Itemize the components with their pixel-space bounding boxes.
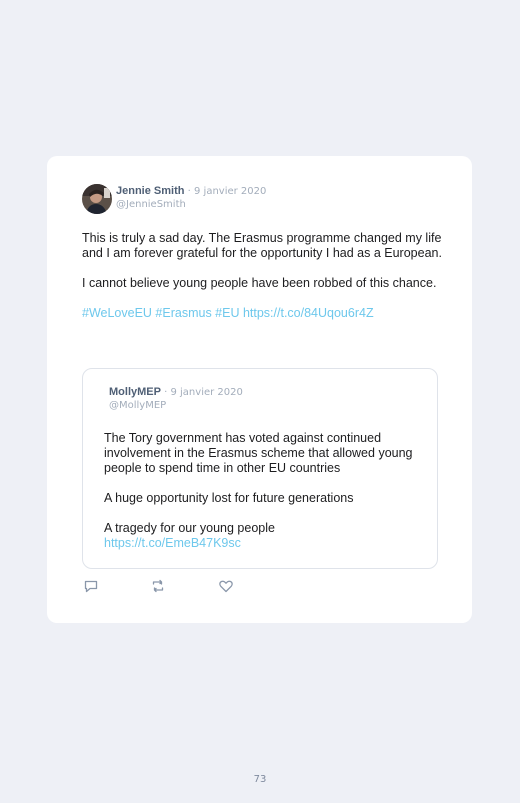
author-handle[interactable]: @JennieSmith: [116, 199, 186, 210]
tweet-card: Jennie Smith · 9 janvier 2020 @JennieSmi…: [47, 156, 472, 623]
reply-icon[interactable]: [83, 578, 99, 594]
quoted-link[interactable]: https://t.co/EmeB47K9sc: [104, 536, 241, 550]
tweet-date: · 9 janvier 2020: [184, 186, 267, 197]
quoted-tweet[interactable]: MollyMEP · 9 janvier 2020 @MollyMEP The …: [82, 368, 438, 569]
like-icon[interactable]: [218, 578, 234, 594]
quoted-last-paragraph: A tragedy for our young people https://t.…: [104, 521, 424, 551]
quoted-body: The Tory government has voted against co…: [104, 431, 424, 551]
author-line: Jennie Smith · 9 janvier 2020: [116, 185, 266, 197]
tweet-body: This is truly a sad day. The Erasmus pro…: [82, 231, 442, 321]
author-name[interactable]: Jennie Smith: [116, 185, 184, 197]
quoted-last-line: A tragedy for our young people: [104, 521, 275, 535]
tweet-paragraph: This is truly a sad day. The Erasmus pro…: [82, 231, 442, 260]
quoted-date: · 9 janvier 2020: [160, 387, 243, 398]
tweet-hashtags-link[interactable]: #WeLoveEU #Erasmus #EU https://t.co/84Uq…: [82, 306, 442, 321]
quoted-paragraph: A huge opportunity lost for future gener…: [104, 491, 354, 505]
avatar[interactable]: [82, 184, 112, 214]
quoted-author-name[interactable]: MollyMEP: [109, 386, 161, 398]
quoted-paragraph: The Tory government has voted against co…: [104, 431, 413, 475]
page-number: 73: [253, 774, 267, 785]
retweet-icon[interactable]: [150, 578, 166, 594]
quoted-handle[interactable]: @MollyMEP: [109, 400, 166, 411]
quoted-author-line: MollyMEP · 9 janvier 2020: [109, 386, 243, 398]
tweet-paragraph: I cannot believe young people have been …: [82, 276, 437, 290]
